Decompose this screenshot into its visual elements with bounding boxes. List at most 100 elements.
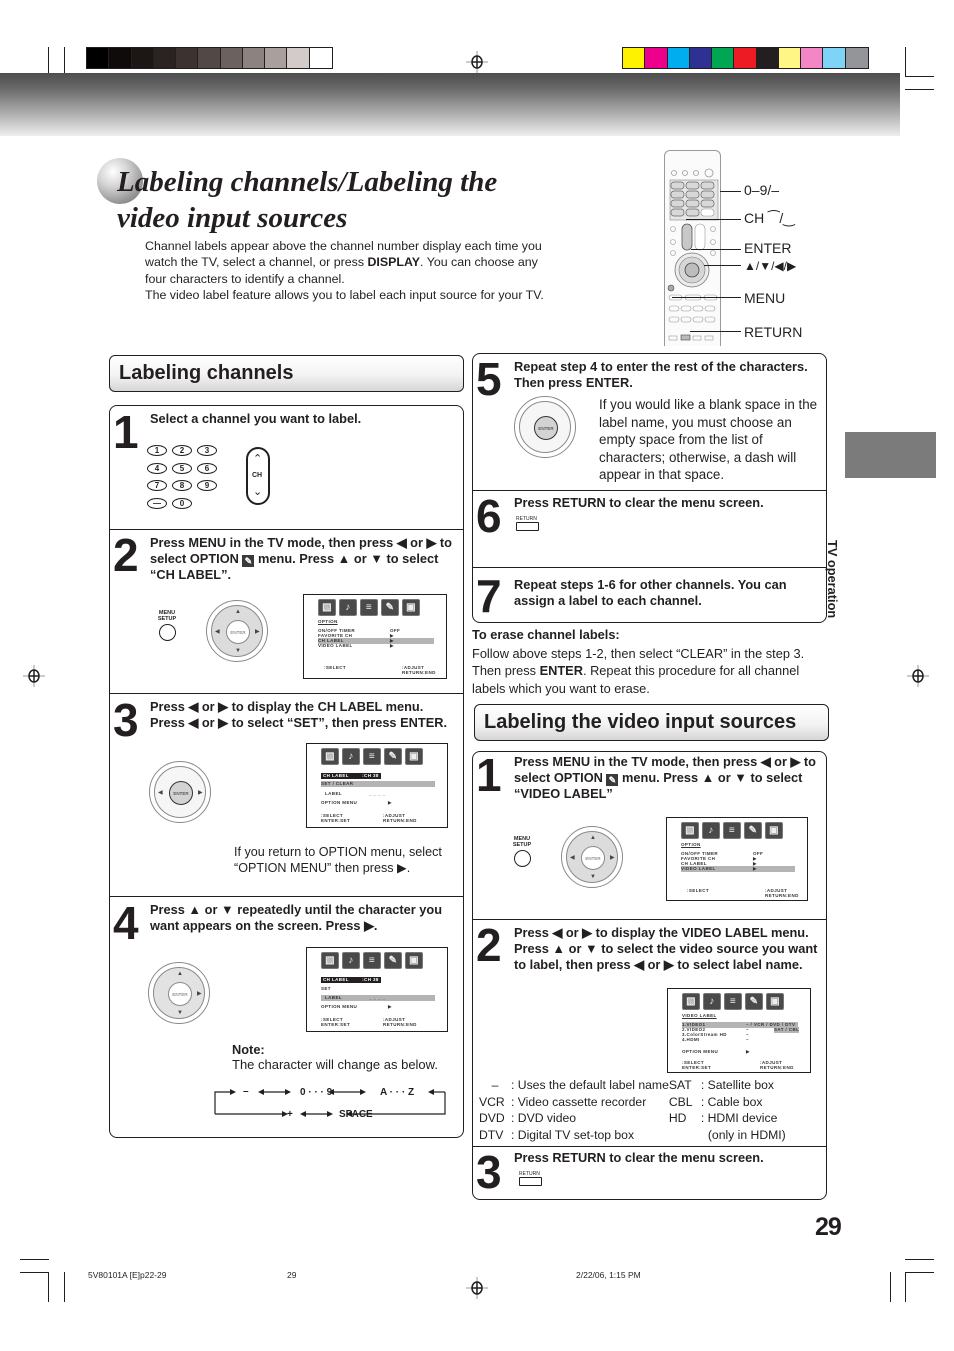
arrow-right-icon: ▶ [610,855,615,861]
osd-footer: RETURN:END [681,893,798,899]
chevron-up-icon: ⌃ [253,453,263,465]
step-5-instruction: Repeat step 4 to enter the rest of the c… [514,359,808,390]
osd-row-value: ▶ [746,1049,750,1054]
chevron-down-icon: ⌄ [253,486,263,498]
picture-icon: ▧ [321,952,339,969]
number-key: 8 [172,480,192,491]
legend-row: DVD: DVD video HD: HDMI device [479,1110,791,1127]
step-number: 3 [113,694,139,746]
menu-setup-label: MENU SETUP [157,610,177,622]
cycle-plus: + [287,1109,293,1120]
number-key: 6 [197,462,217,474]
osd-row: VIDEO LABEL ▶ [318,643,434,649]
color-swatch [309,48,332,68]
color-swatch [845,48,868,68]
crop-mark [890,1272,891,1302]
crop-mark [905,1272,906,1302]
section-heading-labeling-video: Labeling the video input sources [474,704,829,741]
osd-row: 4.HDMI – [682,1037,798,1043]
osd-row-value: _ _ _ _ [369,995,386,1000]
sound-icon: ♪ [342,748,360,765]
osd-row-label: OPTION MENU [321,800,358,805]
number-key: 9 [197,480,217,491]
color-swatch [689,48,713,68]
osd-row-selected: SET / CLEAR [321,781,435,787]
color-swatch [176,48,199,68]
osd-return-hint: RETURN:END [760,1065,794,1070]
video-step-3-instruction: Press RETURN to clear the menu screen. [514,1150,764,1165]
legend-description: (only in HDMI) [707,1127,786,1142]
osd-row: OPTION MENU ▶ [321,1004,435,1010]
color-swatch [109,48,132,68]
sound-icon: ♪ [342,952,360,969]
osd-row-label: OPTION MENU [682,1049,719,1054]
osd-row-label: VIDEO LABEL [681,866,716,871]
enter-button: ENTER [226,620,250,644]
number-key: — [147,497,167,509]
osd-ch-label-menu: ▧ ♪ ≡ ✎ ▣ CH LABEL :CH 38 SET / CLEAR LABEL _… [306,743,448,828]
legend-code: SAT [668,1078,692,1092]
osd-title: VIDEO LABEL [682,1013,717,1018]
osd-row-value: ▶ [388,800,392,805]
arrow-up-icon: ▲ [590,835,596,841]
osd-option-menu-video: ▧ ♪ ≡ ✎ ▣ OPTION ON/OFF TIMER OFF FAVORITE CH… [666,817,808,901]
option-wrench-icon: ✎ [745,993,763,1010]
picture-icon: ▧ [682,993,700,1010]
callout-line [720,191,741,192]
osd-return-hint: RETURN:END [383,1022,417,1027]
footer-file-name: 5V80101A [E]p22-29 [88,1270,167,1280]
lock-icon: ▣ [765,822,783,839]
step-3-instruction: Press ◀ or ▶ to display the CH LABEL men… [150,699,448,730]
legend-code: HD [668,1111,687,1126]
option-wrench-icon: ✎ [381,599,399,616]
number-key: 4 [147,462,167,474]
step-number: 1 [476,749,502,801]
arrow-right-icon: ▶ [197,991,202,997]
osd-title: CH LABEL [323,773,349,778]
cycle-letters: A · · · Z [380,1087,415,1098]
legend-description: : Video cassette recorder [511,1094,647,1109]
dpad-illustration: ▲ ▼ ◀ ▶ ENTER [561,826,623,888]
osd-title: OPTION [318,619,338,624]
osd-return-hint: RETURN:END [765,893,799,898]
section-heading-labeling-channels: Labeling channels [109,355,464,392]
crop-mark [64,1272,65,1302]
osd-option-menu: ▧ ♪ ≡ ✎ ▣ OPTION ON/OFF TIMER OFF FAVORITE CH… [303,594,447,679]
crop-mark [48,1272,49,1302]
osd-footer: ENTER:SET RETURN:END [321,1022,435,1028]
menu-button-circle [158,624,176,641]
video-step-1-instruction: Press MENU in the TV mode, then press ◀ … [514,754,819,802]
arrow-down-icon: ▼ [235,648,241,654]
number-key: 2 [172,445,192,456]
arrow-up-icon: ▲ [177,971,183,977]
option-wrench-icon: ✎ [242,555,255,567]
crop-mark [905,1259,934,1260]
setup-icon: ≡ [363,952,381,969]
color-swatch [823,48,846,68]
legend-row: VCR: Video cassette recorder CBL: Cable b… [479,1094,791,1111]
menu-button-circle [513,850,531,867]
callout-line [672,297,741,298]
arrow-right-icon: ▶ [255,629,260,635]
enter-button: ENTER [534,416,558,440]
crop-mark [905,89,934,90]
option-wrench-icon: ✎ [384,952,402,969]
step-3-note: If you return to OPTION menu, select “OP… [234,845,442,876]
osd-row-label: 4.HDMI [682,1037,700,1042]
number-key: 5 [172,462,192,474]
erase-instructions: Follow above steps 1-2, then select “CLE… [472,645,820,697]
step-divider [472,567,827,568]
legend-description: : HDMI device [700,1111,778,1126]
dpad-illustration: ENTER [514,396,576,458]
ch-rocker-button: ⌃ CH ⌄ [246,447,270,505]
remote-label-arrows: ▲/▼/◀/▶ [744,259,797,273]
setup-icon: ≡ [363,748,381,765]
section-heading-text: Labeling channels [119,362,294,384]
crop-mark [905,76,934,77]
osd-row-selected: VIDEO LABEL ▶ [681,866,795,872]
arrow-left-icon: ◀ [215,629,220,635]
header-gradient-band [0,73,900,136]
osd-row: OPTION MENU ▶ [682,1049,798,1055]
grayscale-calibration-bar [86,47,333,69]
color-swatch [734,48,757,68]
